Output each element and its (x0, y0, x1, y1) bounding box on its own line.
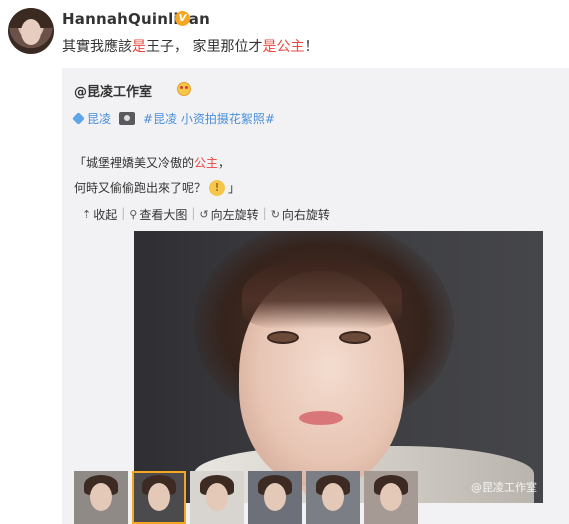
camera-icon (119, 112, 136, 125)
lightbulb-icon (209, 179, 226, 196)
thumbnail-3[interactable] (190, 471, 244, 524)
tag-link-1[interactable]: 昆凌 (87, 110, 111, 127)
thumbnail-strip (74, 471, 422, 524)
image-toolbar: ⇡ 收起 | ⚲ 查看大图 | ↺ 向左旋转 | ↻ 向右旋转 (82, 206, 330, 223)
thumbnail-4[interactable] (248, 471, 302, 524)
view-large-button[interactable]: ⚲ 查看大图 (129, 206, 187, 223)
quote-line-2: 何時又偷偷跑出來了呢？ 」 (74, 179, 240, 196)
rotate-left-icon: ↺ (199, 208, 209, 221)
avatar[interactable] (8, 8, 54, 54)
post-text: 其實我應該是王子， 家里那位才是公主！ (62, 39, 319, 55)
quote-line-1: 「城堡裡嬌美又冷傲的公主， (74, 156, 231, 170)
diamond-icon (72, 112, 85, 125)
tag-row: 昆凌 #昆凌 小资拍摄花絮照# (72, 110, 275, 127)
rotate-left-button[interactable]: ↺ 向左旋转 (199, 206, 258, 223)
original-author[interactable]: @昆凌工作室 (74, 81, 152, 100)
thumbnail-6[interactable] (364, 471, 418, 524)
thumbnail-1[interactable] (74, 471, 128, 524)
magnifier-icon: ⚲ (129, 208, 138, 221)
thumbnail-5[interactable] (306, 471, 360, 524)
rotate-right-button[interactable]: ↻ 向右旋转 (271, 206, 330, 223)
emoji-icon (177, 82, 191, 96)
hashtag-link[interactable]: #昆凌 小资拍摄花絮照# (143, 110, 275, 127)
collapse-icon: ⇡ (82, 208, 92, 221)
repost-card: @昆凌工作室 昆凌 #昆凌 小资拍摄花絮照# 「城堡裡嬌美又冷傲的公主， 何時又… (62, 68, 569, 524)
photo-watermark: @昆凌工作室 (471, 481, 537, 494)
main-photo[interactable]: @昆凌工作室 (134, 231, 543, 503)
collapse-button[interactable]: ⇡ 收起 (82, 206, 117, 223)
thumbnail-2[interactable] (132, 471, 186, 524)
verified-badge-icon: V (175, 11, 190, 26)
rotate-right-icon: ↻ (270, 208, 280, 221)
